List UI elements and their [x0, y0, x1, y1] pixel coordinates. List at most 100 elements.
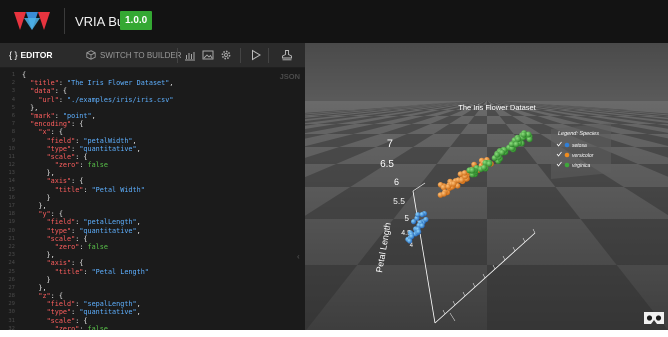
bar-chart-icon[interactable] — [184, 49, 196, 61]
line-number: 28 — [8, 293, 15, 300]
play-icon[interactable] — [250, 49, 262, 61]
legend-swatch — [564, 162, 570, 168]
code-line[interactable]: 28 "z": { — [0, 292, 305, 300]
code-line[interactable]: 22 "zero": false — [0, 243, 305, 251]
code-text: "axis": { — [22, 259, 84, 268]
code-token: , — [132, 136, 137, 145]
vr-scene-viewport[interactable]: The Iris Flower Dataset 7 6.5 6 5.5 5 4.5 4 Pe… — [305, 43, 668, 330]
vr-goggles-icon[interactable] — [643, 309, 665, 327]
code-line[interactable]: 31 "scale": { — [0, 317, 305, 325]
code-text: "type": "quantitative", — [22, 145, 141, 153]
code-line[interactable]: 1{ — [0, 71, 305, 79]
line-number: 10 — [8, 145, 15, 152]
data-point — [416, 229, 422, 235]
code-line[interactable]: 15 "title": "Petal Width" — [0, 186, 305, 194]
line-number: 20 — [8, 227, 15, 234]
code-token: "z" — [38, 292, 51, 301]
code-line[interactable]: 17 }, — [0, 202, 305, 210]
gear-icon[interactable] — [220, 49, 232, 61]
code-line[interactable]: 27 }, — [0, 284, 305, 292]
code-token: , — [136, 144, 141, 153]
line-number: 13 — [8, 170, 15, 177]
editor-tab-label: EDITOR — [20, 50, 53, 60]
y-tick-label: 5 — [405, 214, 410, 223]
code-line[interactable]: 20 "type": "quantitative", — [0, 227, 305, 235]
code-line[interactable]: 23 }, — [0, 251, 305, 259]
code-line[interactable]: 7 "encoding": { — [0, 120, 305, 128]
code-token: : { — [75, 152, 88, 161]
switch-to-builder-button[interactable]: SWITCH TO BUILDER — [86, 43, 182, 68]
code-line[interactable]: 4 "url": "./examples/iris/iris.csv" — [0, 96, 305, 104]
code-line[interactable]: 10 "type": "quantitative", — [0, 145, 305, 153]
code-token: : — [58, 79, 68, 88]
data-point — [481, 164, 487, 171]
vria-logo-icon[interactable] — [14, 10, 50, 32]
code-token: { — [22, 71, 27, 79]
json-editor[interactable]: 1{2 "title": "The Iris Flower Dataset", 3… — [0, 68, 305, 337]
code-line[interactable]: 8 "x": { — [0, 128, 305, 136]
title-divider — [64, 8, 65, 34]
code-text: }, — [22, 284, 46, 292]
legend-swatch — [564, 142, 570, 148]
code-token: : — [54, 111, 63, 120]
code-line[interactable]: 2 "title": "The Iris Flower Dataset", — [0, 79, 305, 87]
code-token: : — [79, 242, 88, 251]
editor-tab[interactable]: { } EDITOR — [9, 43, 52, 68]
data-point — [441, 191, 447, 197]
code-line[interactable]: 6 "mark": "point", — [0, 112, 305, 120]
code-line[interactable]: 13 }, — [0, 169, 305, 177]
code-line[interactable]: 25 "title": "Petal Length" — [0, 268, 305, 276]
code-line[interactable]: 12 "zero": false — [0, 161, 305, 169]
code-token: , — [136, 226, 141, 235]
line-number: 1 — [11, 72, 15, 78]
y-tick-label: 5.5 — [393, 196, 405, 206]
code-lines[interactable]: 1{2 "title": "The Iris Flower Dataset", 3… — [0, 71, 305, 333]
line-number: 4 — [11, 96, 15, 103]
code-line[interactable]: 3 "data": { — [0, 87, 305, 95]
line-number: 16 — [8, 194, 15, 201]
code-line[interactable]: 14 "axis": { — [0, 177, 305, 185]
data-point — [515, 136, 522, 143]
code-line[interactable]: 18 "y": { — [0, 210, 305, 218]
legend-label: versicolor — [572, 153, 594, 159]
code-line[interactable]: 24 "axis": { — [0, 259, 305, 267]
image-icon[interactable] — [202, 49, 214, 61]
code-line[interactable]: 30 "type": "quantitative", — [0, 308, 305, 316]
code-text: "scale": { — [22, 235, 88, 243]
legend-title: Legend: Species — [558, 131, 599, 137]
code-token: "scale" — [46, 234, 76, 243]
code-line[interactable]: 21 "scale": { — [0, 235, 305, 243]
code-line[interactable]: 16 } — [0, 194, 305, 202]
code-token: "quantitative" — [79, 226, 137, 235]
line-number: 6 — [11, 112, 15, 119]
code-token: : { — [50, 128, 63, 137]
code-token: : — [58, 95, 68, 104]
code-text: } — [22, 194, 51, 202]
code-token: "sepalLength" — [83, 300, 137, 309]
code-token: false — [87, 242, 108, 251]
stamp-icon[interactable] — [281, 49, 293, 61]
code-token: }, — [22, 169, 55, 178]
code-line[interactable]: 5 }, — [0, 104, 305, 112]
collapse-panel-handle[interactable]: ‹ — [297, 252, 305, 266]
code-text: }, — [22, 169, 55, 177]
code-line[interactable]: 11 "scale": { — [0, 153, 305, 161]
line-number: 12 — [8, 162, 15, 169]
line-number: 21 — [8, 235, 15, 242]
code-line[interactable]: 29 "field": "sepalLength", — [0, 300, 305, 308]
code-line[interactable]: 19 "field": "petalLength", — [0, 218, 305, 226]
code-token: "axis" — [46, 259, 72, 268]
code-token: "./examples/iris/iris.csv" — [67, 95, 174, 104]
scene-canvas[interactable]: The Iris Flower Dataset 76.565.554.54 Pe… — [305, 43, 668, 330]
y-tick-label: 7 — [387, 138, 393, 150]
code-line[interactable]: 26 } — [0, 276, 305, 284]
code-line[interactable]: 9 "field": "petalWidth", — [0, 137, 305, 145]
code-token: } — [22, 193, 51, 202]
